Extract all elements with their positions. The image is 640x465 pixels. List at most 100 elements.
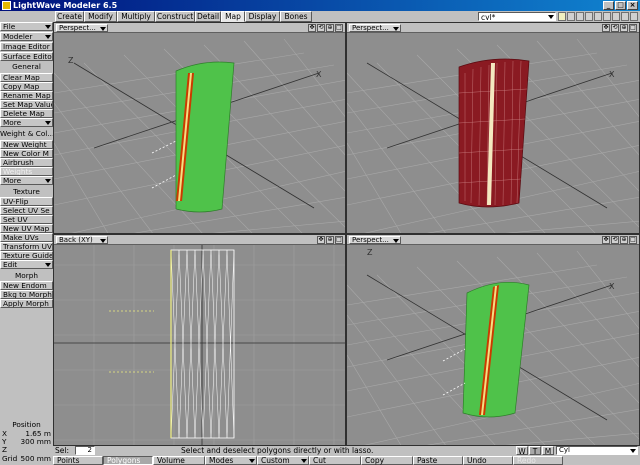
surface-editor-button[interactable]: Surface Editor — [0, 52, 53, 61]
tab-modify[interactable]: Modify — [84, 11, 117, 22]
tab-detail[interactable]: Detail — [195, 11, 221, 22]
chevron-down-icon — [393, 239, 399, 243]
morph-map-button[interactable]: M — [542, 446, 554, 455]
position-label: Position — [12, 420, 41, 429]
move-view-icon[interactable]: ✥ — [602, 236, 610, 244]
viewport-top-right[interactable]: Perspect... ✥ ⟲ ⊕ □ X — [346, 22, 640, 234]
file-menu[interactable]: File — [0, 22, 53, 31]
view-type-select[interactable]: Perspect... — [56, 24, 108, 32]
layer-select[interactable]: cyl* — [478, 12, 556, 21]
delete-map-button[interactable]: Delete Map — [0, 109, 53, 118]
texture-guide-button[interactable]: Texture Guide — [0, 251, 53, 260]
view-type-select[interactable]: Perspect... — [349, 24, 401, 32]
chevron-down-icon — [249, 459, 255, 463]
polygons-mode-button[interactable]: Polygons — [103, 456, 153, 465]
rotate-view-icon[interactable]: ⟲ — [317, 24, 325, 32]
maximize-view-icon[interactable]: □ — [629, 24, 637, 32]
maximize-icon[interactable]: □ — [615, 1, 626, 10]
chevron-down-icon — [630, 449, 636, 453]
uv-flip-button[interactable]: UV-Flip — [0, 197, 53, 206]
view-type-select[interactable]: Back (XY) — [56, 236, 108, 244]
layer-swatch[interactable] — [630, 12, 638, 21]
layer-swatch[interactable] — [594, 12, 602, 21]
viewport-header: Perspect... ✥ ⟲ ⊕ □ — [347, 23, 639, 33]
rotate-view-icon[interactable]: ⟲ — [611, 24, 619, 32]
view-type-select[interactable]: Perspect... — [349, 236, 401, 244]
new-endomorph-button[interactable]: New Endom — [0, 281, 53, 290]
copy-map-button[interactable]: Copy Map — [0, 82, 53, 91]
move-view-icon[interactable]: ✥ — [308, 24, 316, 32]
copy-button[interactable]: Copy — [361, 456, 413, 465]
zoom-view-icon[interactable]: ⊕ — [326, 24, 334, 32]
tab-create[interactable]: Create — [55, 11, 84, 22]
weight-header: Weight & Col... — [0, 130, 53, 138]
maximize-view-icon[interactable]: □ — [335, 24, 343, 32]
app-icon — [2, 1, 11, 10]
bottom-toolbar: Points Polygons Volume Modes Custom Cut … — [53, 456, 640, 465]
tab-construct[interactable]: Construct — [155, 11, 195, 22]
layer-swatch[interactable] — [621, 12, 629, 21]
paste-button[interactable]: Paste — [413, 456, 463, 465]
weights-button[interactable]: Weights — [0, 167, 53, 176]
minimize-icon[interactable]: _ — [603, 1, 614, 10]
move-view-icon[interactable]: ✥ — [602, 24, 610, 32]
new-color-map-button[interactable]: New Color M — [0, 149, 53, 158]
texture-header: Texture — [13, 188, 40, 196]
clear-map-button[interactable]: Clear Map — [0, 73, 53, 82]
redo-button[interactable]: Redo — [513, 456, 563, 465]
modes-menu[interactable]: Modes — [205, 456, 257, 465]
edit-menu[interactable]: Edit — [0, 260, 53, 269]
make-uvs-button[interactable]: Make UVs — [0, 233, 53, 242]
bkg-to-morph-button[interactable]: Bkg to Morph — [0, 290, 53, 299]
layer-swatch[interactable] — [603, 12, 611, 21]
zoom-view-icon[interactable]: ⊕ — [620, 236, 628, 244]
apply-morph-button[interactable]: Apply Morph — [0, 299, 53, 308]
modeler-menu[interactable]: Modeler — [0, 32, 53, 41]
rotate-view-icon[interactable]: ⟲ — [611, 236, 619, 244]
texture-map-button[interactable]: T — [529, 446, 541, 455]
custom-menu[interactable]: Custom — [257, 456, 309, 465]
svg-text:X: X — [316, 70, 322, 79]
layer-swatch[interactable] — [612, 12, 620, 21]
tab-display[interactable]: Display — [245, 11, 280, 22]
rename-map-button[interactable]: Rename Map — [0, 91, 53, 100]
set-map-value-button[interactable]: Set Map Value — [0, 100, 53, 109]
back-view-scene — [54, 245, 345, 445]
viewport-bottom-left[interactable]: Back (XY) ✥ ⊕ □ — [53, 234, 346, 446]
weight-map-button[interactable]: W — [516, 446, 528, 455]
set-uv-button[interactable]: Set UV — [0, 215, 53, 224]
select-uv-seam-button[interactable]: Select UV Se — [0, 206, 53, 215]
zoom-view-icon[interactable]: ⊕ — [620, 24, 628, 32]
tab-multiply[interactable]: Multiply — [117, 11, 155, 22]
maximize-view-icon[interactable]: □ — [629, 236, 637, 244]
chevron-down-icon — [393, 27, 399, 31]
image-editor-button[interactable]: Image Editor — [0, 42, 53, 51]
more-menu[interactable]: More — [0, 118, 53, 127]
zoom-view-icon[interactable]: ⊕ — [326, 236, 334, 244]
layer-swatch[interactable] — [585, 12, 593, 21]
grid-size: Grid 500 mm — [2, 454, 51, 463]
points-mode-button[interactable]: Points — [53, 456, 103, 465]
layer-swatch[interactable] — [576, 12, 584, 21]
layer-swatch[interactable] — [567, 12, 575, 21]
maximize-view-icon[interactable]: □ — [335, 236, 343, 244]
selection-count: 2 — [75, 446, 95, 455]
vertex-map-select[interactable]: Cyl — [556, 446, 638, 455]
layer-swatch[interactable] — [558, 12, 566, 21]
new-uv-map-button[interactable]: New UV Map — [0, 224, 53, 233]
undo-button[interactable]: Undo — [463, 456, 513, 465]
volume-mode-button[interactable]: Volume — [153, 456, 205, 465]
svg-text:X: X — [609, 282, 615, 291]
move-view-icon[interactable]: ✥ — [317, 236, 325, 244]
new-weight-button[interactable]: New Weight — [0, 140, 53, 149]
tab-map[interactable]: Map — [221, 11, 245, 22]
viewport-bottom-right[interactable]: Perspect... ✥ ⟲ ⊕ □ X Z — [346, 234, 640, 446]
transform-uv-button[interactable]: Transform UV — [0, 242, 53, 251]
cut-button[interactable]: Cut — [309, 456, 361, 465]
tab-bones[interactable]: Bones — [280, 11, 312, 22]
viewport-top-left[interactable]: Perspect... ✥ ⟲ ⊕ □ X Z — [53, 22, 346, 234]
airbrush-button[interactable]: Airbrush — [0, 158, 53, 167]
more-menu[interactable]: More — [0, 176, 53, 185]
close-icon[interactable]: × — [627, 1, 638, 10]
viewport-header: Perspect... ✥ ⟲ ⊕ □ — [347, 235, 639, 245]
